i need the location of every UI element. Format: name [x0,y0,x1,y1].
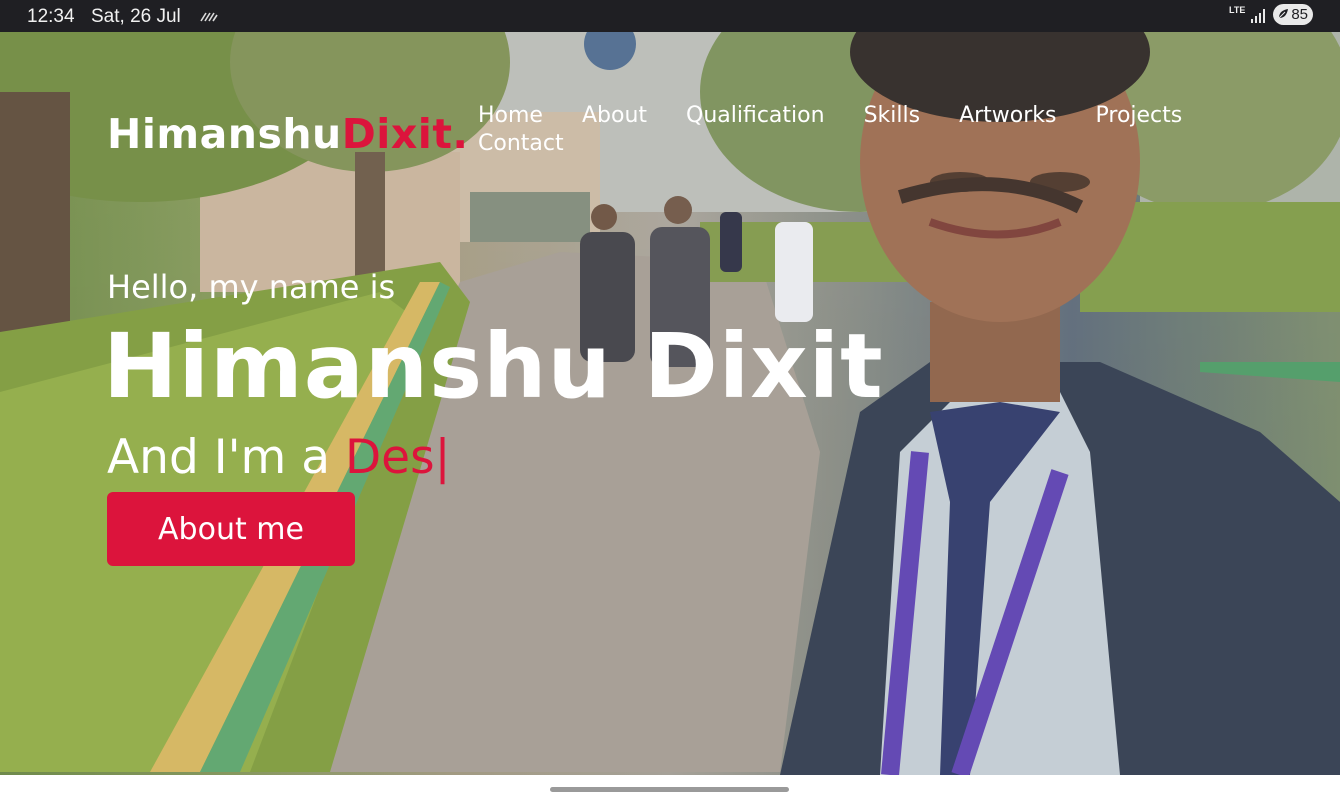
nav-contact[interactable]: Contact [478,130,564,158]
nav-skills[interactable]: Skills [864,102,921,130]
logo-last-name: Dixit [341,110,453,158]
navigation-gesture-area [0,775,1340,800]
status-bar: 12:34 Sat, 26 Jul LTE 85 [0,0,1340,32]
gesture-handle[interactable] [550,787,789,792]
lte-icon: LTE [1229,5,1246,15]
hero-name: Himanshu Dixit [103,314,884,418]
battery-level: 85 [1291,6,1308,23]
hero-section: HimanshuDixit. Home About Qualification … [0,32,1340,775]
hero-role: And I'm a Des| [107,430,450,485]
site-logo[interactable]: HimanshuDixit. [107,110,469,158]
about-me-button[interactable]: About me [107,492,355,566]
notification-icon [200,12,218,22]
status-time: 12:34 [27,6,75,27]
role-typed-text: Des [344,430,435,485]
battery-saver-icon [1278,9,1288,19]
battery-indicator: 85 [1273,4,1313,25]
logo-dot: . [452,110,469,158]
role-prefix: And I'm a [107,430,345,485]
nav-qualification[interactable]: Qualification [686,102,825,130]
signal-icon [1251,9,1265,23]
typing-cursor: | [434,430,451,485]
main-nav: Home About Qualification Skills Artworks… [478,102,1238,158]
status-date: Sat, 26 Jul [91,6,181,27]
logo-first-name: Himanshu [107,110,342,158]
hero-greeting: Hello, my name is [107,268,396,306]
nav-about[interactable]: About [582,102,647,130]
nav-home[interactable]: Home [478,102,543,130]
nav-artworks[interactable]: Artworks [959,102,1056,130]
nav-projects[interactable]: Projects [1096,102,1183,130]
